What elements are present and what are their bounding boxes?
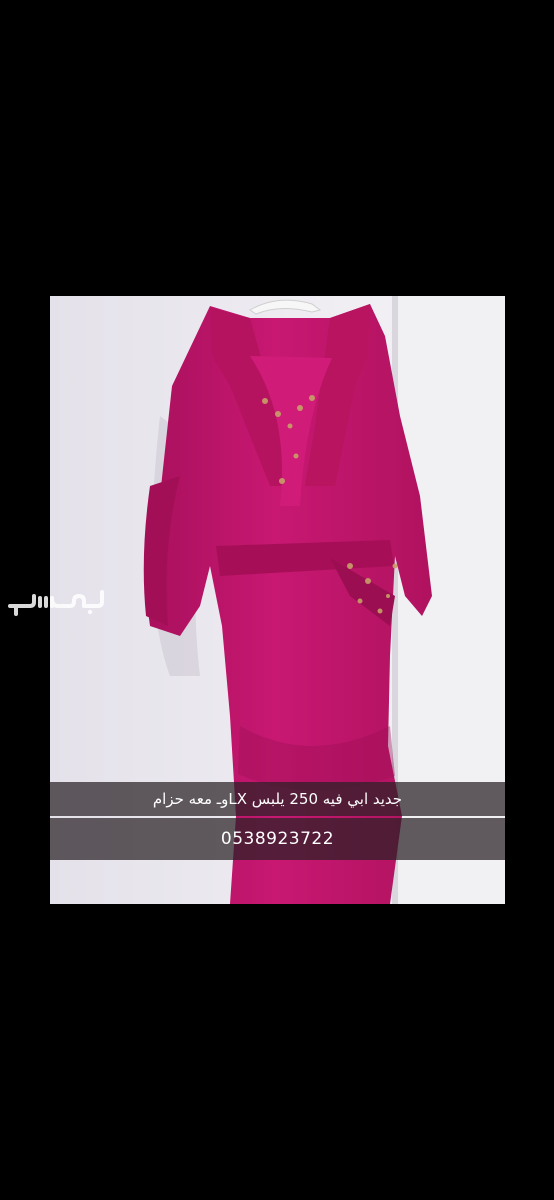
screen: جديد ابي فيه 250 يلبس LXوـ معه حزام 0538… (0, 0, 554, 1200)
brand-logo (6, 584, 110, 618)
listing-photo: جديد ابي فيه 250 يلبس LXوـ معه حزام 0538… (50, 296, 505, 904)
brand-logo-icon (8, 590, 104, 616)
caption-phone-number: 0538923722 (50, 818, 505, 860)
caption-description: جديد ابي فيه 250 يلبس LXوـ معه حزام (50, 782, 505, 816)
